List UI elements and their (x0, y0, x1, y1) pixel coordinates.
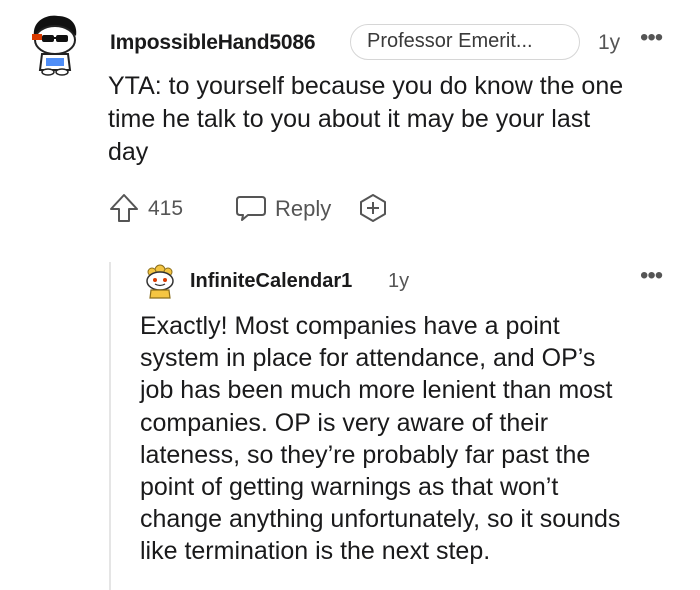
reply-author[interactable]: InfiniteCalendar1 (190, 270, 352, 293)
reply-body-line: like termination is the next step. (140, 537, 491, 566)
reply-bubble-icon[interactable] (235, 194, 267, 222)
more-options-icon[interactable]: ••• (640, 262, 663, 290)
reply-body-line: companies. OP is very aware of their (140, 408, 549, 437)
reply-body-line: change anything unfortunately, so it sou… (140, 505, 621, 534)
reply-body-line: point of getting warnings as that won’t (140, 473, 559, 502)
comment-age: 1y (598, 31, 621, 54)
reply-body: Exactly! Most companies have a point sys… (140, 310, 685, 568)
reply-body-line: system in place for attendance, and OP’s (140, 344, 596, 373)
reply-age: 1y (388, 270, 410, 292)
more-options-icon[interactable]: ••• (640, 24, 663, 52)
reply-user-avatar[interactable] (142, 262, 178, 300)
comment-body-line: YTA: to yourself because you do know the… (108, 72, 624, 100)
comment-body-line: time he talk to you about it may be your… (108, 105, 591, 133)
upvote-icon[interactable] (108, 192, 140, 224)
comment-body: YTA: to yourself because you do know the… (108, 70, 678, 169)
reply-body-line: job has been much more lenient than most (140, 376, 613, 405)
comment-author[interactable]: ImpossibleHand5086 (110, 31, 316, 55)
reply-body-line: lateness, so they’re probably far past t… (140, 440, 591, 469)
vote-score: 415 (148, 197, 184, 220)
comment-body-line: day (108, 138, 149, 166)
user-flair: Professor Emerit... (350, 24, 580, 60)
reply-body-line: Exactly! Most companies have a point (140, 312, 560, 340)
reply-button[interactable]: Reply (275, 196, 331, 222)
add-award-icon[interactable] (357, 192, 389, 224)
user-avatar[interactable] (26, 14, 82, 76)
thread-line[interactable] (109, 262, 111, 590)
